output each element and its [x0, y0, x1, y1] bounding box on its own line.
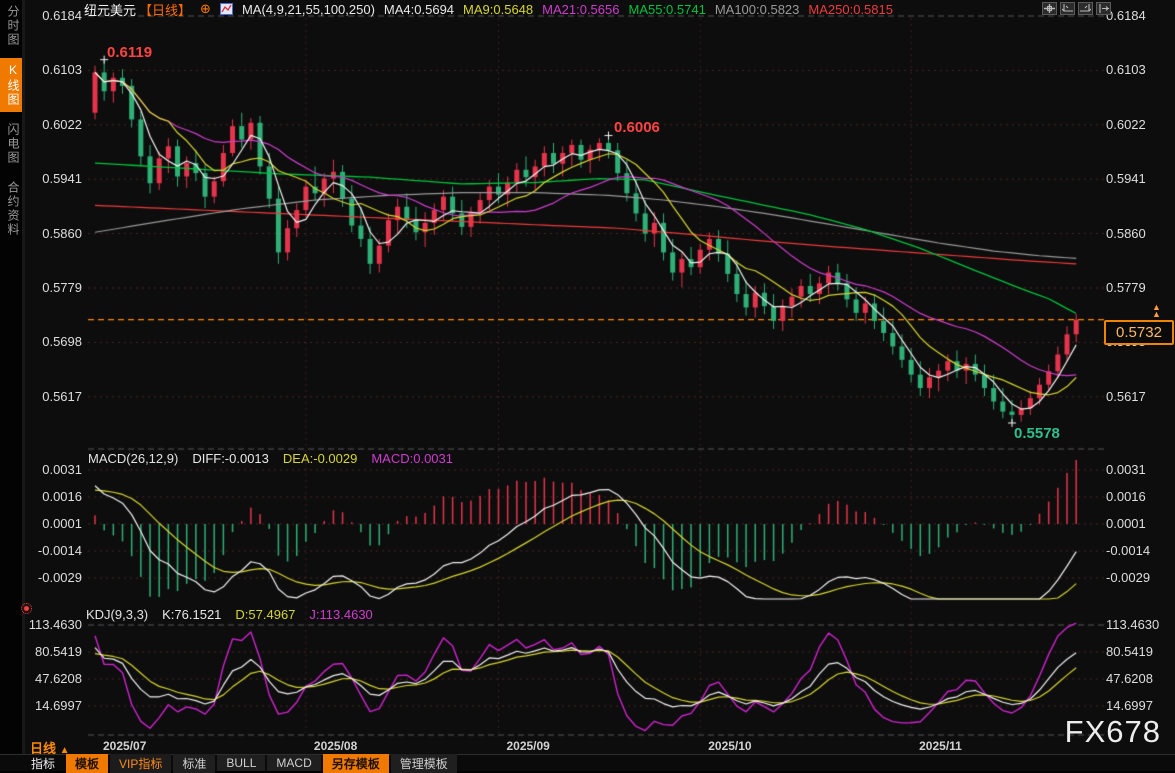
toolbar-tab-templates[interactable]: 模板	[66, 754, 108, 773]
collapse-right-panel-icon[interactable]	[1096, 2, 1111, 15]
marked-high-label: 0.6119	[107, 44, 152, 61]
watermark: FX678	[1065, 714, 1161, 750]
alarm-icon[interactable]	[21, 603, 32, 614]
toolbar-tab-standard[interactable]: 标准	[173, 754, 215, 773]
ma100-value: MA100:0.5823	[715, 2, 800, 17]
toolbar-tab-macd[interactable]: MACD	[267, 755, 320, 771]
chart-type-icon[interactable]	[220, 3, 233, 15]
period-label: 【日线】	[139, 0, 191, 19]
macd-panel-header: MACD(26,12,9) DIFF:-0.0013 DEA:-0.0029 M…	[88, 451, 453, 466]
kdj-d-value: D:57.4967	[235, 607, 295, 622]
toolbar-tab-bull[interactable]: BULL	[217, 755, 265, 771]
sidebar-tab-flash[interactable]: 闪电图	[0, 118, 22, 170]
ma250-value: MA250:0.5815	[808, 2, 893, 17]
kdj-k-value: K:76.1521	[162, 607, 221, 622]
bottom-toolbar: 指标 模板 VIP指标 标准 BULL MACD 另存模板 管理模板	[0, 754, 1175, 771]
chart-canvas[interactable]	[0, 0, 1175, 771]
sidebar-tab-contract-info[interactable]: 合约资料	[0, 176, 22, 242]
kdj-j-value: J:113.4630	[309, 607, 372, 622]
sidebar-tab-timeline[interactable]: 分时图	[0, 0, 22, 52]
ma9-value: MA9:0.5648	[463, 2, 533, 17]
current-price-tag: 0.5732	[1104, 320, 1174, 345]
axis-scale-left-icon[interactable]	[1060, 2, 1075, 15]
toolbar-tab-save-template[interactable]: 另存模板	[323, 754, 389, 773]
marked-high2-label: 0.6006	[614, 119, 660, 136]
add-indicator-icon[interactable]: ⊕	[200, 3, 211, 15]
marked-low-label: 0.5578	[1014, 425, 1060, 442]
window-controls	[1042, 2, 1111, 15]
macd-macd-value: MACD:0.0031	[371, 451, 453, 466]
toolbar-tab-indicators[interactable]: 指标	[22, 754, 64, 773]
macd-dea-value: DEA:-0.0029	[283, 451, 357, 466]
sidebar: 分时图 K线图 闪电图 合约资料	[0, 0, 22, 755]
sidebar-tab-kline[interactable]: K线图	[0, 58, 22, 112]
ma-group-label: MA(4,9,21,55,100,250)	[242, 2, 375, 17]
kdj-panel-header: KDJ(9,3,3) K:76.1521 D:57.4967 J:113.463…	[86, 607, 373, 622]
ma55-value: MA55:0.5741	[628, 2, 705, 17]
ma4-value: MA4:0.5694	[384, 2, 454, 17]
toolbar-tab-manage-templates[interactable]: 管理模板	[391, 754, 457, 773]
chart-header: 纽元美元 【日线】 ⊕ MA(4,9,21,55,100,250) MA4:0.…	[84, 1, 893, 17]
price-marker-arrow-icon: ▲▲	[1152, 304, 1161, 318]
trading-app: 分时图 K线图 闪电图 合约资料 纽元美元 【日线】 ⊕ MA(4,9,21,5…	[0, 0, 1175, 771]
macd-diff-value: DIFF:-0.0013	[192, 451, 269, 466]
ma21-value: MA21:0.5656	[542, 2, 619, 17]
toolbar-tab-vip-indicators[interactable]: VIP指标	[110, 754, 171, 773]
symbol-name: 纽元美元	[84, 0, 136, 19]
axis-scale-right-icon[interactable]	[1078, 2, 1093, 15]
macd-title: MACD(26,12,9)	[88, 451, 178, 466]
sidebar-divider	[22, 0, 25, 755]
kdj-title: KDJ(9,3,3)	[86, 607, 148, 622]
arrange-panels-icon[interactable]	[1042, 2, 1057, 15]
